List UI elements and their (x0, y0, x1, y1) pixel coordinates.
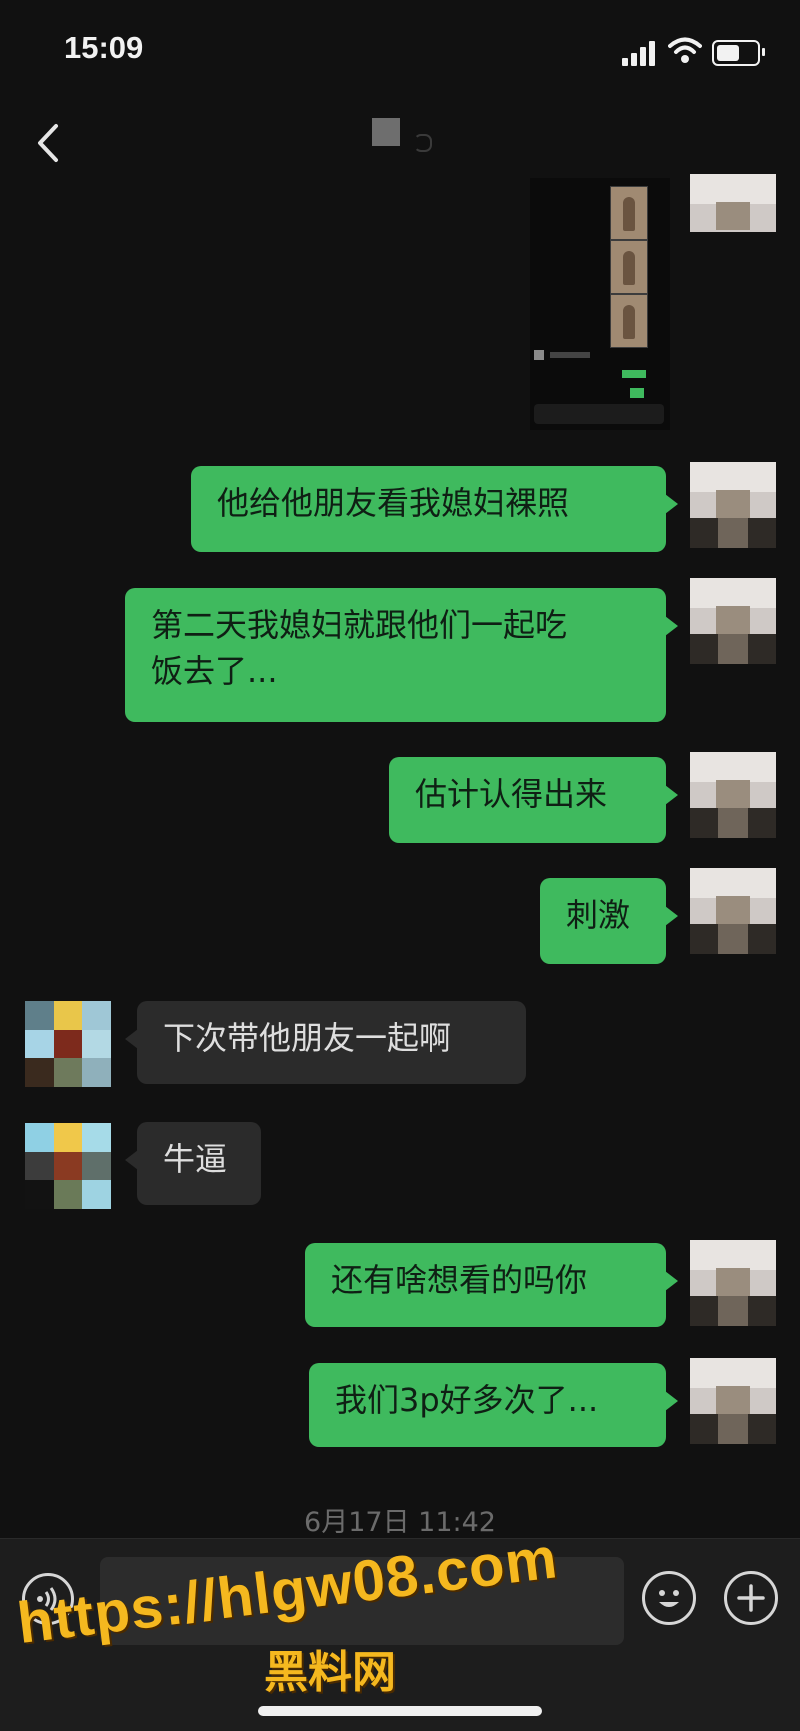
image-thumbnail[interactable] (610, 294, 648, 348)
message-bubble[interactable]: 他给他朋友看我媳妇裸照 (191, 466, 678, 552)
message-bubble[interactable]: 刺激 (540, 878, 678, 964)
message-input[interactable] (100, 1557, 624, 1645)
message-bubble[interactable]: 下次带他朋友一起啊 (125, 1001, 526, 1084)
avatar[interactable] (690, 578, 776, 664)
voice-icon[interactable] (22, 1573, 74, 1625)
message-bubble[interactable]: 第二天我媳妇就跟他们一起吃 饭去了... (125, 588, 678, 722)
avatar[interactable] (690, 868, 776, 954)
image-message[interactable] (530, 178, 670, 430)
avatar[interactable] (690, 174, 776, 232)
home-indicator (258, 1706, 542, 1716)
message-list: 他给他朋友看我媳妇裸照 第二天我媳妇就跟他们一起吃 饭去了... 估计认得出来 … (0, 0, 800, 1530)
avatar[interactable] (690, 462, 776, 548)
image-thumbnail[interactable] (610, 186, 648, 240)
input-bar (0, 1538, 800, 1731)
avatar[interactable] (690, 1240, 776, 1326)
image-thumbnail[interactable] (610, 240, 648, 294)
avatar[interactable] (690, 752, 776, 838)
avatar[interactable] (25, 1123, 111, 1209)
emoji-icon[interactable] (642, 1571, 696, 1625)
message-bubble[interactable]: 还有啥想看的吗你 (305, 1243, 678, 1327)
message-bubble[interactable]: 估计认得出来 (389, 757, 678, 843)
plus-icon[interactable] (724, 1571, 778, 1625)
avatar[interactable] (25, 1001, 111, 1087)
message-bubble[interactable]: 我们3p好多次了... (309, 1363, 678, 1447)
avatar[interactable] (690, 1358, 776, 1444)
message-bubble[interactable]: 牛逼 (125, 1122, 261, 1205)
message-timestamp: 6月17日 11:42 (304, 1507, 496, 1538)
